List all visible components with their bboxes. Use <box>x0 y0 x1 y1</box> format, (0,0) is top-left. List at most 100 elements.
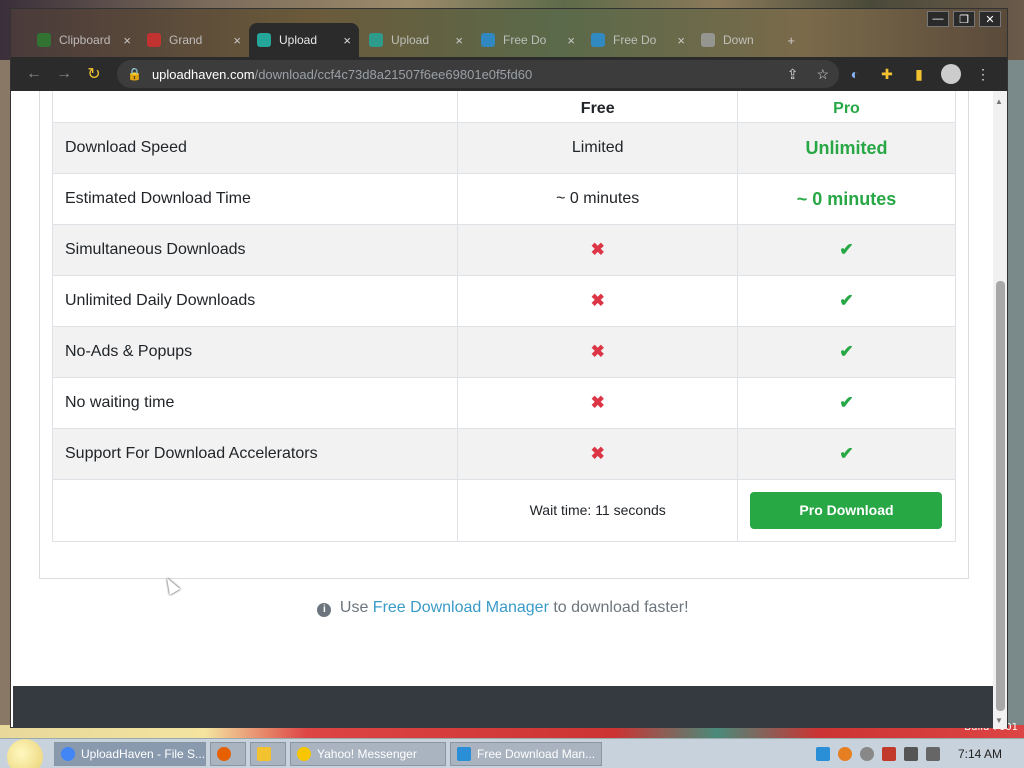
start-button[interactable] <box>0 738 50 768</box>
back-arrow-icon[interactable]: ← <box>19 59 49 89</box>
taskbar-item-firefox[interactable] <box>210 741 246 766</box>
side-panel-icon[interactable]: ▮ <box>903 59 935 89</box>
tab-strip: Clipboard × Grand × Upload × Upload × Fr… <box>11 9 1007 59</box>
windows-taskbar: UploadHaven - File S... Yahoo! Messenger… <box>0 738 1024 768</box>
tab-close-icon[interactable]: × <box>233 33 241 48</box>
table-header-row: Free Pro <box>51 91 957 123</box>
fdm-link[interactable]: Free Download Manager <box>373 599 549 616</box>
clipboard-favicon-icon <box>37 33 51 47</box>
taskbar-item-explorer[interactable] <box>250 741 286 766</box>
tab-close-icon[interactable]: × <box>677 33 685 48</box>
reload-icon[interactable]: ↻ <box>79 59 109 89</box>
desktop-wallpaper-right <box>1008 60 1024 730</box>
table-row: Unlimited Daily Downloads ✖ ✔ <box>51 275 957 327</box>
check-icon: ✔ <box>839 444 854 463</box>
address-bar[interactable]: 🔒 uploadhaven.com /download/ccf4c73d8a21… <box>117 60 839 88</box>
tray-search-icon[interactable] <box>837 746 852 761</box>
tab-close-icon[interactable]: × <box>567 33 575 48</box>
feature-label: Download Speed <box>51 122 459 174</box>
table-row: Download Speed Limited Unlimited <box>51 122 957 174</box>
header-free: Free <box>457 91 738 123</box>
fdm-promo-line: i Use Free Download Manager to download … <box>13 599 993 617</box>
feature-label: Support For Download Accelerators <box>51 428 459 480</box>
url-path: /download/ccf4c73d8a21507f6ee69801e0f5fd… <box>254 66 533 82</box>
tab-clipboard[interactable]: Clipboard × <box>29 23 139 57</box>
tab-uploadhaven-2[interactable]: Upload × <box>361 23 471 57</box>
tab-download[interactable]: Down + <box>693 23 803 57</box>
chrome-icon <box>61 746 75 761</box>
tab-close-icon[interactable]: × <box>455 33 463 48</box>
wait-time-text: Wait time: 11 seconds <box>529 501 666 518</box>
taskbar-item-fdm[interactable]: Free Download Man... <box>450 741 602 766</box>
check-icon: ✔ <box>839 342 854 361</box>
tray-messenger-icon[interactable] <box>859 746 874 761</box>
tray-network-icon[interactable] <box>903 746 918 761</box>
taskbar-item-yahoo-messenger[interactable]: Yahoo! Messenger <box>290 741 446 766</box>
action-row: Wait time: 11 seconds Pro Download <box>51 479 957 542</box>
browser-window: Clipboard × Grand × Upload × Upload × Fr… <box>10 8 1008 729</box>
close-window-button[interactable]: ✕ <box>979 11 1001 27</box>
info-circle-icon: i <box>317 603 332 617</box>
table-row: Simultaneous Downloads ✖ ✔ <box>51 224 957 276</box>
tab-close-icon[interactable]: × <box>123 33 131 48</box>
lock-icon: 🔒 <box>127 67 142 81</box>
tray-volume-icon[interactable] <box>925 746 940 761</box>
header-feature <box>51 91 459 123</box>
table-row: No waiting time ✖ ✔ <box>51 377 957 429</box>
cross-icon: ✖ <box>590 444 605 463</box>
menu-kebab-icon[interactable]: ⋮ <box>967 59 999 89</box>
cross-icon: ✖ <box>590 393 605 412</box>
check-icon: ✔ <box>839 291 854 310</box>
share-icon[interactable]: ⇪ <box>787 66 799 83</box>
system-tray: 7:14 AM <box>815 746 1024 761</box>
tab-grand[interactable]: Grand × <box>139 23 249 57</box>
feature-label: Simultaneous Downloads <box>51 224 459 276</box>
feature-label: No waiting time <box>51 377 459 429</box>
download-favicon-icon <box>701 33 715 47</box>
pro-value: Unlimited <box>805 137 888 158</box>
fdm-favicon-icon <box>481 33 495 47</box>
tray-fdm-icon[interactable] <box>815 746 830 761</box>
firefox-icon <box>217 746 231 761</box>
maximize-button[interactable]: ❐ <box>953 11 975 27</box>
empty-cell <box>51 479 459 542</box>
tab-close-icon[interactable]: × <box>343 33 351 48</box>
tab-free-download-1[interactable]: Free Do × <box>473 23 583 57</box>
account-avatar-icon[interactable] <box>935 59 967 89</box>
bookmark-star-icon[interactable]: ☆ <box>816 66 829 83</box>
taskbar-item-uploadhaven[interactable]: UploadHaven - File S... <box>54 741 206 766</box>
yahoo-smiley-icon <box>297 746 311 761</box>
scroll-up-icon[interactable]: ▲ <box>995 97 1003 106</box>
clock[interactable]: 7:14 AM <box>958 747 1002 761</box>
feature-label: Unlimited Daily Downloads <box>51 275 459 327</box>
cross-icon: ✖ <box>590 240 605 259</box>
start-orb-icon <box>7 738 43 768</box>
uploadhaven-favicon-icon <box>257 33 271 47</box>
extensions-puzzle-icon[interactable]: ✚ <box>871 59 903 89</box>
scrollbar-thumb[interactable] <box>996 281 1005 711</box>
free-value: ~ 0 minutes <box>457 173 738 225</box>
url-host: uploadhaven.com <box>151 66 255 82</box>
check-icon: ✔ <box>839 393 854 412</box>
page-footer <box>13 686 993 728</box>
fdm-prefix: Use <box>339 599 369 616</box>
feature-label: Estimated Download Time <box>51 173 459 225</box>
forward-arrow-icon[interactable]: → <box>49 59 79 89</box>
vertical-scrollbar[interactable]: ▲ ▼ <box>993 91 1007 729</box>
pro-value: ~ 0 minutes <box>796 188 897 209</box>
window-controls: — ❐ ✕ <box>927 11 1001 27</box>
profile-flag-icon[interactable]: ◐ <box>839 59 871 89</box>
uploadhaven-favicon-icon <box>369 33 383 47</box>
check-icon: ✔ <box>839 240 854 259</box>
tray-flag-icon[interactable] <box>881 746 896 761</box>
new-tab-icon[interactable]: + <box>787 33 795 48</box>
pro-download-button[interactable]: Pro Download <box>750 492 943 529</box>
tab-free-download-2[interactable]: Free Do × <box>583 23 693 57</box>
cross-icon: ✖ <box>590 291 605 310</box>
fdm-icon <box>457 746 471 761</box>
table-row: No-Ads & Popups ✖ ✔ <box>51 326 957 378</box>
scroll-down-icon[interactable]: ▼ <box>995 716 1003 725</box>
tab-uploadhaven-active[interactable]: Upload × <box>249 23 359 57</box>
fdm-favicon-icon <box>591 33 605 47</box>
minimize-button[interactable]: — <box>927 11 949 27</box>
